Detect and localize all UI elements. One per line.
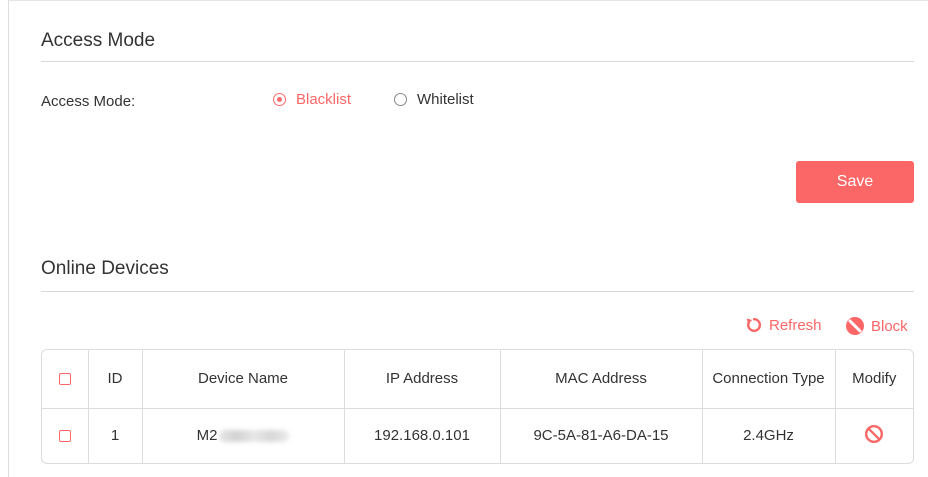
row-mac-address: 9C-5A-81-A6-DA-15 [500, 408, 703, 463]
row-device-name-cell: M2 [142, 408, 345, 463]
radio-blacklist[interactable]: Blacklist [273, 91, 351, 108]
redacted-name-blur [219, 429, 290, 442]
radio-selected-icon[interactable] [273, 93, 286, 106]
content-frame-left-border [8, 0, 9, 477]
table-header-row: ID Device Name IP Address MAC Address Co… [42, 350, 913, 409]
row-device-name: M2 [196, 427, 218, 445]
column-header-ip-address: IP Address [344, 350, 501, 409]
content-frame-top-border [8, 0, 928, 1]
row-block-button[interactable] [864, 424, 884, 448]
column-header-modify: Modify [835, 350, 913, 409]
access-mode-label: Access Mode: [41, 93, 136, 110]
block-button[interactable]: Block [845, 316, 908, 336]
online-devices-table: ID Device Name IP Address MAC Address Co… [41, 349, 914, 464]
online-devices-divider [41, 291, 914, 292]
row-modify-cell [835, 408, 913, 463]
prohibit-icon [865, 424, 884, 443]
select-all-cell[interactable] [42, 350, 89, 409]
access-mode-title: Access Mode [41, 30, 156, 51]
refresh-label: Refresh [769, 316, 822, 334]
radio-whitelist-label: Whitelist [417, 91, 474, 108]
radio-blacklist-label: Blacklist [296, 91, 352, 108]
column-header-id: ID [88, 350, 143, 409]
block-label: Block [871, 317, 908, 335]
column-header-device-name: Device Name [142, 350, 345, 409]
row-select-cell[interactable] [42, 408, 89, 463]
table-row: 1 M2 192.168.0.101 9C-5A-81-A6-DA-15 2.4… [42, 408, 913, 463]
save-button[interactable]: Save [796, 161, 914, 203]
select-all-checkbox-icon[interactable] [58, 373, 71, 386]
refresh-button[interactable]: Refresh [745, 316, 822, 334]
row-id: 1 [88, 408, 143, 463]
online-devices-title: Online Devices [41, 258, 169, 279]
radio-unselected-icon[interactable] [394, 93, 407, 106]
column-header-connection-type: Connection Type [702, 350, 836, 409]
row-checkbox-icon[interactable] [58, 430, 71, 443]
row-ip-address: 192.168.0.101 [344, 408, 501, 463]
row-connection-type: 2.4GHz [702, 408, 836, 463]
refresh-icon [746, 317, 762, 332]
access-mode-divider [41, 61, 914, 62]
block-icon [846, 317, 864, 335]
radio-whitelist[interactable]: Whitelist [394, 91, 474, 108]
column-header-mac-address: MAC Address [500, 350, 703, 409]
